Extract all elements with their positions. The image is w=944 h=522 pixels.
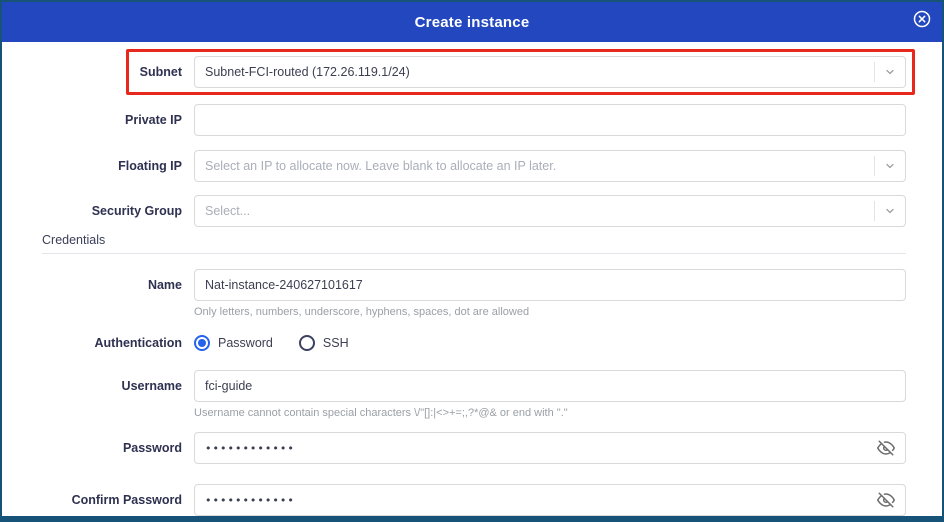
subnet-select[interactable]: Subnet-FCI-routed (172.26.119.1/24) bbox=[194, 56, 906, 88]
confirm-password-row: Confirm Password bbox=[2, 484, 942, 516]
private-ip-label: Private IP bbox=[2, 113, 182, 127]
floating-ip-select[interactable]: Select an IP to allocate now. Leave blan… bbox=[194, 150, 906, 182]
username-input[interactable] bbox=[194, 370, 906, 402]
floating-ip-placeholder: Select an IP to allocate now. Leave blan… bbox=[205, 159, 874, 173]
dialog-title: Create instance bbox=[415, 14, 530, 31]
name-helper-text: Only letters, numbers, underscore, hyphe… bbox=[194, 306, 942, 318]
radio-ssh-label: SSH bbox=[323, 336, 349, 350]
authentication-label: Authentication bbox=[2, 336, 182, 350]
subnet-row: Subnet Subnet-FCI-routed (172.26.119.1/2… bbox=[2, 56, 942, 88]
name-row: Name bbox=[2, 269, 942, 301]
chevron-down-icon bbox=[875, 205, 905, 217]
password-input[interactable] bbox=[194, 432, 906, 464]
eye-off-icon bbox=[877, 439, 895, 457]
username-helper-text: Username cannot contain special characte… bbox=[194, 407, 942, 419]
floating-ip-row: Floating IP Select an IP to allocate now… bbox=[2, 150, 942, 182]
subnet-label: Subnet bbox=[2, 65, 182, 79]
chevron-down-icon bbox=[875, 160, 905, 172]
confirm-password-input[interactable] bbox=[194, 484, 906, 516]
credentials-section-header: Credentials bbox=[42, 233, 906, 254]
password-label: Password bbox=[2, 441, 182, 455]
eye-off-icon bbox=[877, 491, 895, 509]
name-input[interactable] bbox=[194, 269, 906, 301]
floating-ip-label: Floating IP bbox=[2, 159, 182, 173]
password-row: Password bbox=[2, 432, 942, 464]
username-label: Username bbox=[2, 379, 182, 393]
security-group-row: Security Group Select... bbox=[2, 195, 942, 227]
close-button[interactable] bbox=[911, 8, 933, 30]
private-ip-row: Private IP bbox=[2, 104, 942, 136]
toggle-password-visibility-button[interactable] bbox=[874, 436, 898, 460]
dialog-header: Create instance bbox=[2, 2, 942, 42]
radio-option-ssh[interactable]: SSH bbox=[299, 335, 349, 351]
close-icon bbox=[912, 9, 932, 29]
subnet-value: Subnet-FCI-routed (172.26.119.1/24) bbox=[205, 65, 874, 79]
authentication-radio-group: Password SSH bbox=[194, 335, 349, 351]
create-instance-form: Subnet Subnet-FCI-routed (172.26.119.1/2… bbox=[2, 42, 942, 516]
authentication-row: Authentication Password SSH bbox=[2, 335, 942, 351]
security-group-label: Security Group bbox=[2, 204, 182, 218]
toggle-confirm-password-visibility-button[interactable] bbox=[874, 488, 898, 512]
security-group-select[interactable]: Select... bbox=[194, 195, 906, 227]
radio-option-password[interactable]: Password bbox=[194, 335, 273, 351]
radio-password-label: Password bbox=[218, 336, 273, 350]
confirm-password-label: Confirm Password bbox=[2, 493, 182, 507]
chevron-down-icon bbox=[875, 66, 905, 78]
security-group-placeholder: Select... bbox=[205, 204, 874, 218]
radio-selected-icon bbox=[194, 335, 210, 351]
name-label: Name bbox=[2, 278, 182, 292]
private-ip-input[interactable] bbox=[194, 104, 906, 136]
radio-unselected-icon bbox=[299, 335, 315, 351]
username-row: Username bbox=[2, 370, 942, 402]
create-instance-dialog: Create instance Subnet Subnet-FCI-routed… bbox=[0, 0, 944, 522]
